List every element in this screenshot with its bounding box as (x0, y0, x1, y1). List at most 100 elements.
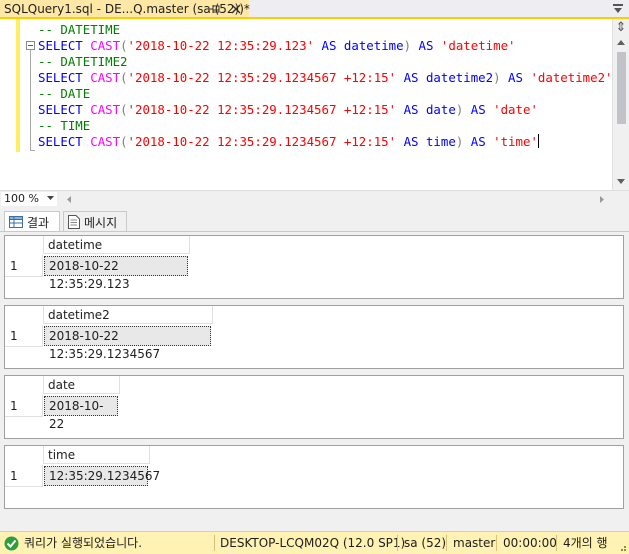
status-separator (496, 535, 497, 551)
scroll-left-arrow-icon[interactable] (65, 195, 73, 204)
result-cell[interactable]: 2018-10-22 12:35:29.123 (44, 256, 188, 291)
code-token: AS (508, 70, 523, 85)
changed-lines-margin (16, 19, 20, 152)
collapse-region-toggle[interactable] (26, 41, 35, 50)
code-line[interactable]: -- DATETIME2 (38, 54, 613, 70)
column-header[interactable]: time (43, 446, 150, 464)
result-cell[interactable]: 2018-10-22 (44, 396, 118, 431)
status-user: sa (52) (404, 536, 447, 550)
code-line[interactable]: SELECT CAST('2018-10-22 12:35:29.1234567… (38, 70, 613, 86)
column-header[interactable]: date (43, 376, 120, 394)
scroll-up-arrow-icon[interactable] (616, 38, 626, 48)
tab-messages[interactable]: 메시지 (63, 211, 127, 232)
editor-zoom-bar: 100 % (0, 190, 629, 207)
code-line[interactable]: -- TIME (38, 118, 613, 134)
code-token: ) (403, 38, 412, 53)
chevron-down-icon[interactable] (47, 196, 54, 201)
row-number[interactable]: 1 (5, 395, 43, 417)
result-cell[interactable]: 2018-10-22 12:35:29.1234567 (44, 326, 211, 361)
code-token: '2018-10-22 12:35:29.123' (127, 38, 315, 53)
resize-grip-icon[interactable] (617, 542, 627, 552)
column-header[interactable]: datetime (43, 236, 190, 254)
code-token: 'datetime' (440, 38, 516, 53)
code-token: ( (120, 70, 128, 85)
status-message: 쿼리가 실행되었습니다. (24, 536, 143, 550)
query-document-tab[interactable]: SQLQuery1.sql - DE...Q.master (sa (52))* (0, 0, 250, 17)
row-number[interactable]: 1 (5, 465, 43, 487)
column-header[interactable]: datetime2 (43, 306, 213, 324)
code-token: ) (493, 70, 501, 85)
result-cell[interactable]: 12:35:29.1234567 (44, 466, 160, 486)
code-line[interactable]: -- DATE (38, 86, 613, 102)
sql-code[interactable]: -- DATETIME SELECT CAST('2018-10-22 12:35… (38, 22, 613, 150)
status-row-count: 4개의 행 (563, 536, 608, 550)
success-check-icon (4, 536, 19, 551)
code-line[interactable]: -- DATETIME (38, 22, 613, 38)
code-token: ( (120, 38, 128, 53)
code-token: AS (403, 102, 419, 117)
close-icon[interactable] (230, 3, 242, 15)
scroll-down-arrow-icon[interactable] (616, 176, 626, 186)
code-token: -- DATETIME2 (38, 54, 128, 69)
code-token: SELECT (38, 134, 83, 149)
code-line[interactable]: SELECT CAST('2018-10-22 12:35:29.1234567… (38, 134, 613, 150)
pin-icon[interactable] (209, 3, 221, 15)
zoom-combo[interactable]: 100 % (1, 192, 57, 206)
code-token: CAST (90, 102, 121, 117)
result-grid-time[interactable]: time 1 12:35:29.1234567 (4, 445, 624, 509)
code-token: SELECT (38, 102, 83, 117)
code-token: -- DATE (38, 86, 91, 101)
code-token: time (425, 134, 456, 149)
row-number[interactable]: 1 (5, 255, 43, 277)
editor-vertical-scrollbar[interactable]: ⇕ (612, 19, 629, 190)
scroll-thumb[interactable] (617, 52, 626, 124)
code-token: 'time' (493, 134, 538, 149)
result-grid-date[interactable]: date 1 2018-10-22 (4, 375, 624, 439)
grid-corner[interactable] (5, 376, 43, 394)
tab-overflow-dropdown-icon[interactable] (611, 3, 625, 15)
code-token: -- TIME (38, 118, 91, 133)
code-token: 'datetime2' (530, 70, 613, 85)
code-token: ( (120, 102, 128, 117)
code-token: AS (470, 102, 486, 117)
result-grid-datetime2[interactable]: datetime2 1 2018-10-22 12:35:29.1234567 (4, 305, 624, 369)
tab-results-label: 결과 (27, 215, 50, 230)
code-token: ( (120, 134, 128, 149)
code-token: datetime (343, 38, 404, 53)
code-token: CAST (90, 70, 121, 85)
code-token: 'date' (493, 102, 538, 117)
query-editor[interactable]: -- DATETIME SELECT CAST('2018-10-22 12:35… (0, 19, 629, 190)
grid-corner[interactable] (5, 236, 43, 254)
outline-guide-end (30, 150, 35, 151)
code-token: SELECT (38, 70, 83, 85)
row-number[interactable]: 1 (5, 325, 43, 347)
grid-corner[interactable] (5, 446, 43, 464)
document-icon (68, 215, 80, 229)
tab-results[interactable]: 결과 (4, 211, 60, 232)
code-token: CAST (90, 134, 121, 149)
outline-guide (30, 50, 31, 151)
status-server: DESKTOP-LCQM02Q (12.0 SP1) (220, 536, 406, 550)
scroll-right-arrow-icon[interactable] (598, 195, 606, 204)
code-line[interactable]: SELECT CAST('2018-10-22 12:35:29.1234567… (38, 102, 613, 118)
result-grid-datetime[interactable]: datetime 1 2018-10-22 12:35:29.123 (4, 235, 624, 299)
code-token: '2018-10-22 12:35:29.1234567 +12:15' (127, 70, 397, 85)
status-separator (214, 535, 215, 551)
code-line[interactable]: SELECT CAST('2018-10-22 12:35:29.123' AS… (38, 38, 613, 54)
code-token: -- DATETIME (38, 22, 121, 37)
ssms-window: SQLQuery1.sql - DE...Q.master (sa (52))*… (0, 0, 629, 554)
status-elapsed: 00:00:00 (503, 536, 557, 550)
code-token: CAST (90, 38, 121, 53)
text-caret (537, 134, 539, 148)
code-token: AS (418, 38, 434, 53)
grid-corner[interactable] (5, 306, 43, 324)
split-window-icon[interactable]: ⇕ (613, 20, 629, 36)
